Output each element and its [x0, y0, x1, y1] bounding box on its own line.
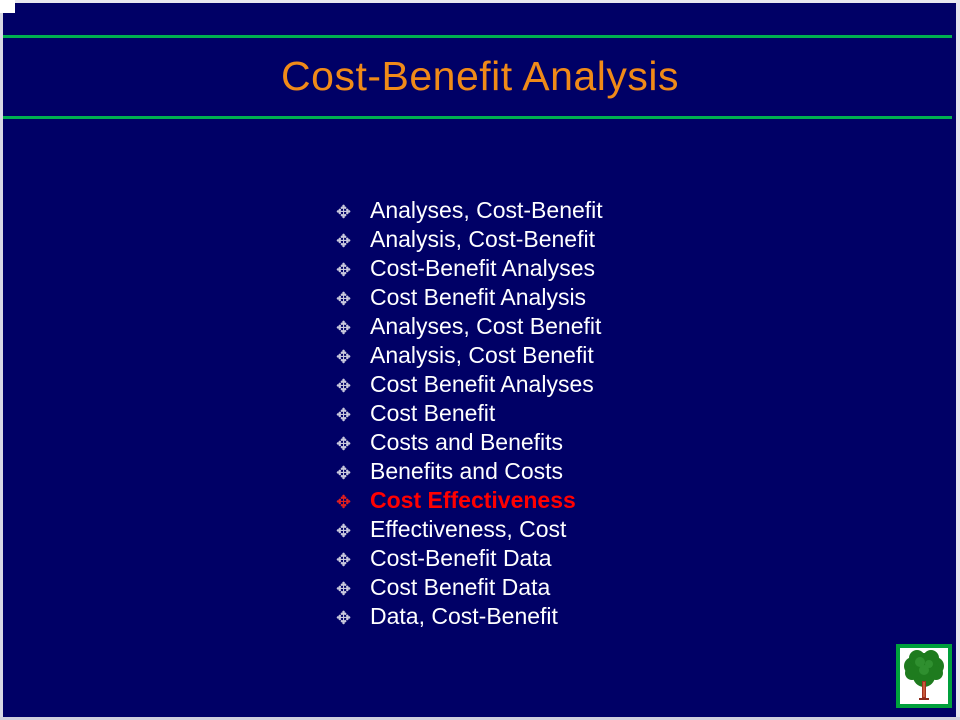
- tree-logo-canvas: [900, 648, 948, 704]
- title-rule-top: [3, 35, 952, 38]
- list-item-label: Cost Benefit Analysis: [370, 284, 587, 310]
- slide-edge-left: [0, 0, 3, 720]
- list-item: ✥ Costs and Benefits: [336, 428, 896, 457]
- list-item: ✥ Cost-Benefit Analyses: [336, 254, 896, 283]
- slide-edge-right: [956, 0, 960, 720]
- compass-diamond-bullet-icon: ✥: [336, 318, 352, 338]
- list-item-label: Cost Benefit Data: [370, 574, 551, 600]
- compass-diamond-bullet-icon: ✥: [336, 434, 352, 454]
- list-item: ✥ Analysis, Cost-Benefit: [336, 225, 896, 254]
- list-item-label: Benefits and Costs: [370, 458, 564, 484]
- list-item-label: Costs and Benefits: [370, 429, 564, 455]
- compass-diamond-bullet-icon: ✥: [336, 463, 352, 483]
- list-item: ✥ Analyses, Cost-Benefit: [336, 196, 896, 225]
- list-item: ✥ Analyses, Cost Benefit: [336, 312, 896, 341]
- list-item-label: Cost-Benefit Analyses: [370, 255, 596, 281]
- list-item: ✥ Analysis, Cost Benefit: [336, 341, 896, 370]
- list-item-label: Analyses, Cost-Benefit: [370, 197, 603, 223]
- list-item-label: Cost Effectiveness: [370, 487, 576, 513]
- list-item: ✥ Cost Benefit Data: [336, 573, 896, 602]
- compass-diamond-bullet-icon: ✥: [336, 492, 352, 512]
- list-item-label: Cost Benefit Analyses: [370, 371, 594, 397]
- page-title: Cost-Benefit Analysis: [281, 53, 679, 99]
- slide-canvas: Cost-Benefit Analysis ✥ Analyses, Cost-Be…: [0, 0, 960, 720]
- list-item-label: Cost Benefit: [370, 400, 496, 426]
- compass-diamond-bullet-icon: ✥: [336, 231, 352, 251]
- compass-diamond-bullet-icon: ✥: [336, 405, 352, 425]
- tree-logo: [896, 644, 952, 708]
- list-item-label: Cost-Benefit Data: [370, 545, 552, 571]
- list-item-label: Data, Cost-Benefit: [370, 603, 558, 629]
- list-item: ✥ Benefits and Costs: [336, 457, 896, 486]
- corner-notch: [0, 0, 15, 13]
- title-rule-bottom: [3, 116, 952, 119]
- list-item: ✥ Cost Effectiveness: [336, 486, 896, 515]
- list-item-label: Analysis, Cost-Benefit: [370, 226, 595, 252]
- compass-diamond-bullet-icon: ✥: [336, 608, 352, 628]
- list-item: ✥ Cost Benefit Analysis: [336, 283, 896, 312]
- slide-edge-top: [0, 0, 960, 3]
- list-item: ✥ Cost Benefit Analyses: [336, 370, 896, 399]
- compass-diamond-bullet-icon: ✥: [336, 347, 352, 367]
- compass-diamond-bullet-icon: ✥: [336, 289, 352, 309]
- list-item-label: Analyses, Cost Benefit: [370, 313, 602, 339]
- bullet-list: ✥ Analyses, Cost-Benefit ✥ Analysis, Cost-B…: [336, 196, 896, 631]
- compass-diamond-bullet-icon: ✥: [336, 202, 352, 222]
- list-item: ✥ Cost Benefit: [336, 399, 896, 428]
- compass-diamond-bullet-icon: ✥: [336, 579, 352, 599]
- list-item: ✥ Cost-Benefit Data: [336, 544, 896, 573]
- list-item-label: Analysis, Cost Benefit: [370, 342, 594, 368]
- compass-diamond-bullet-icon: ✥: [336, 260, 352, 280]
- list-item: ✥ Data, Cost-Benefit: [336, 602, 896, 631]
- list-item-label: Effectiveness, Cost: [370, 516, 567, 542]
- compass-diamond-bullet-icon: ✥: [336, 376, 352, 396]
- tree-logo-icon: [904, 650, 944, 700]
- compass-diamond-bullet-icon: ✥: [336, 550, 352, 570]
- list-item: ✥ Effectiveness, Cost: [336, 515, 896, 544]
- compass-diamond-bullet-icon: ✥: [336, 521, 352, 541]
